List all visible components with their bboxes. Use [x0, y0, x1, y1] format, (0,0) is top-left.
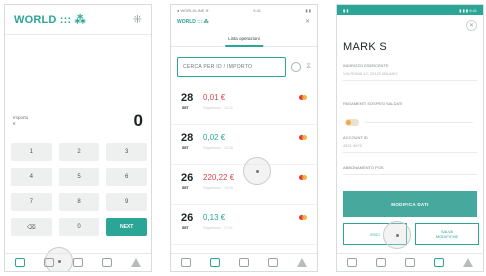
tx-month: SET — [182, 146, 189, 150]
brand-label: WORLD ::: ⁂ — [177, 19, 209, 25]
terminal-icon[interactable] — [14, 258, 25, 267]
home-icon[interactable] — [102, 258, 113, 267]
apps-grid-icon[interactable]: ⁜ — [133, 13, 142, 26]
profile-screen: ▮ ▮ ▮ ▮ ▮ 9:41 ✕ MARK S INDIRIZZO ESERCE… — [336, 4, 484, 272]
terminal-icon[interactable] — [346, 258, 357, 267]
tx-day: 26 — [181, 212, 194, 224]
tx-amount: 0,13 € — [203, 213, 226, 222]
bottom-nav — [5, 253, 151, 271]
tx-month: SET — [182, 106, 189, 110]
search-input[interactable]: CERCA PER ID / IMPORTO — [177, 57, 287, 77]
list-icon[interactable] — [375, 258, 386, 267]
tx-day: 28 — [181, 92, 194, 104]
key-3[interactable]: 3 — [106, 143, 147, 161]
transaction-row[interactable]: 28 SET 0,02 € Pagamento · 10:28 — [171, 125, 317, 165]
warning-icon[interactable] — [131, 258, 142, 267]
card-brand-icon — [299, 95, 307, 100]
home-icon[interactable] — [268, 258, 279, 267]
filter-icon[interactable]: ⧖ — [306, 63, 311, 71]
tx-day: 28 — [181, 132, 194, 144]
tab-operations-list[interactable]: Lista operazioni — [225, 36, 263, 47]
key-9[interactable]: 9 — [106, 193, 147, 211]
terminal-icon[interactable] — [180, 258, 191, 267]
amount-display: Importo € 0 — [11, 109, 145, 139]
touch-indicator — [243, 157, 271, 185]
bottom-nav — [171, 253, 317, 271]
merchant-name: MARK S — [343, 41, 387, 53]
tx-amount: 0,01 € — [203, 93, 226, 102]
pending-payments-field: PAGAMENTI SOSPESI SALDATI — [343, 101, 403, 106]
search-row: CERCA PER ID / IMPORTO ⧖ — [177, 57, 311, 77]
touch-indicator — [383, 221, 411, 249]
key-1[interactable]: 1 — [11, 143, 52, 161]
tx-detail: Pagamento · 18:05 — [203, 186, 233, 190]
tx-month: SET — [182, 186, 189, 190]
warning-icon[interactable] — [463, 258, 474, 267]
key-8[interactable]: 8 — [58, 193, 100, 211]
home-icon[interactable] — [434, 258, 445, 267]
warning-icon[interactable] — [297, 258, 308, 267]
status-bar: ● WORLDLINE ≋ 9:41 ▮ ▮ — [177, 7, 311, 13]
numeric-keypad: 1 2 3 4 5 6 7 8 9 ⌫ 0 NEXT — [11, 143, 147, 236]
account-id-field: ACCOUNT ID 4521 8876 — [343, 135, 477, 153]
amount-value: 0 — [133, 111, 143, 130]
edit-data-button[interactable]: MODIFICA DATI — [343, 191, 477, 217]
worldline-logo: WORLD ::: ⁂ — [14, 14, 86, 26]
card-icon[interactable] — [72, 258, 83, 267]
close-icon[interactable]: ✕ — [466, 20, 477, 31]
bottom-nav — [337, 253, 483, 271]
tx-detail: Pagamento · 10:28 — [203, 146, 233, 150]
key-0[interactable]: 0 — [58, 218, 100, 236]
app-header: WORLD ::: ⁂ ⁜ — [5, 5, 151, 35]
backspace-key[interactable]: ⌫ — [11, 218, 52, 236]
tx-amount: 220,22 € — [203, 173, 235, 182]
key-5[interactable]: 5 — [58, 168, 100, 186]
card-brand-icon — [299, 215, 307, 220]
tx-detail: Pagamento · 17:51 — [203, 226, 233, 230]
list-icon[interactable] — [43, 258, 54, 267]
tx-amount: 0,02 € — [203, 133, 226, 142]
transaction-row[interactable]: 26 SET 0,13 € Pagamento · 17:51 — [171, 205, 317, 245]
address-field: INDIRIZZO ESERCENTE VIA ROMA 12, 20121 M… — [343, 63, 477, 81]
keypad-screen: WORLD ::: ⁂ ⁜ Importo € 0 1 2 3 4 5 6 7 … — [4, 4, 152, 272]
info-icon[interactable] — [291, 62, 302, 72]
tab-bar: Lista operazioni — [171, 35, 317, 47]
card-icon[interactable] — [238, 258, 249, 267]
list-icon[interactable] — [209, 258, 220, 267]
card-icon[interactable] — [404, 258, 415, 267]
key-4[interactable]: 4 — [11, 168, 52, 186]
card-brand-icon — [299, 135, 307, 140]
tx-day: 26 — [181, 172, 194, 184]
card-brand-icon — [299, 175, 307, 180]
key-2[interactable]: 2 — [58, 143, 100, 161]
transactions-screen: ● WORLDLINE ≋ 9:41 ▮ ▮ WORLD ::: ⁂ ✕ Lis… — [170, 4, 318, 272]
key-7[interactable]: 7 — [11, 193, 52, 211]
key-6[interactable]: 6 — [106, 168, 147, 186]
pending-payments-toggle[interactable] — [345, 119, 359, 126]
tx-month: SET — [182, 226, 189, 230]
status-bar: ▮ ▮ ▮ ▮ ▮ 9:41 — [337, 5, 483, 15]
transaction-row[interactable]: 28 SET 0,01 € Pagamento · 10:32 — [171, 85, 317, 125]
amount-label: Importo € — [13, 115, 29, 126]
save-changes-button[interactable]: SALVA MODIFICHE — [415, 223, 479, 245]
tx-detail: Pagamento · 10:32 — [203, 106, 233, 110]
next-button[interactable]: NEXT — [106, 218, 147, 236]
subscription-field: ABBONAMENTO POS — [343, 165, 477, 175]
close-icon[interactable]: ✕ — [305, 18, 310, 25]
